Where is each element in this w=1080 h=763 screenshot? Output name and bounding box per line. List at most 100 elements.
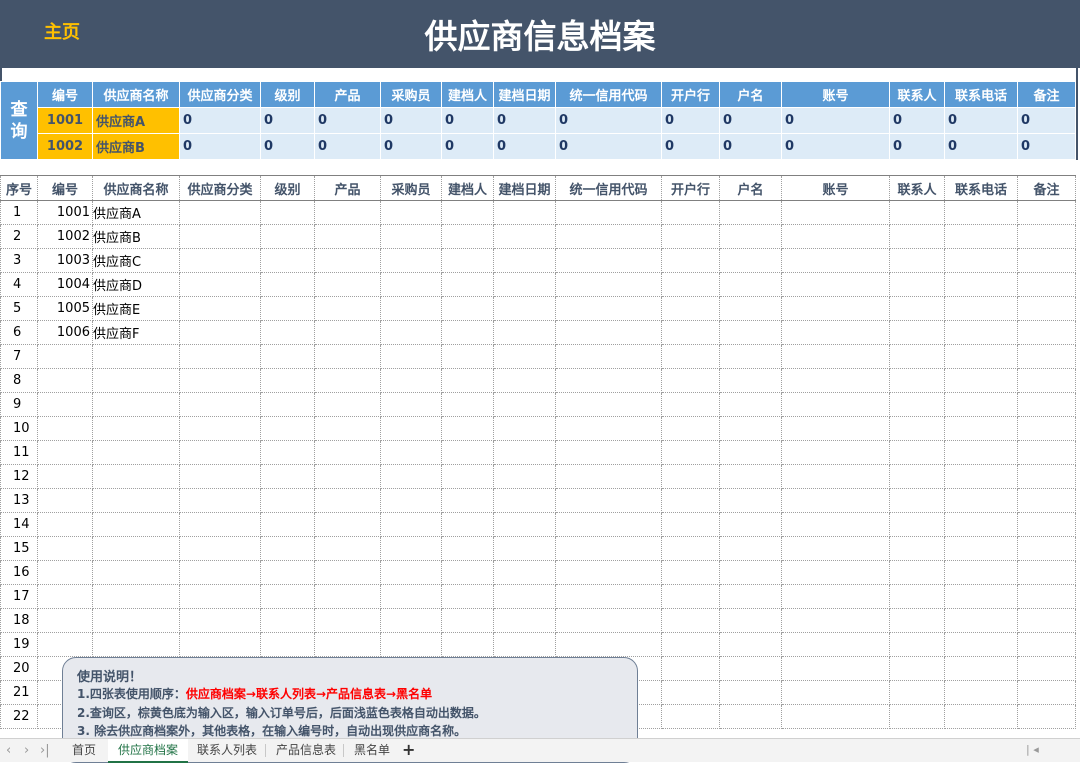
table-cell[interactable]: [1017, 632, 1076, 657]
table-cell[interactable]: [719, 704, 782, 729]
table-cell[interactable]: [661, 584, 720, 609]
table-cell[interactable]: [661, 392, 720, 417]
table-cell[interactable]: [260, 536, 315, 561]
table-cell[interactable]: [1017, 608, 1076, 633]
table-cell[interactable]: [719, 512, 782, 537]
table-cell[interactable]: [719, 320, 782, 345]
table-cell[interactable]: [555, 200, 662, 225]
supplier-name-cell[interactable]: [92, 416, 180, 441]
table-cell[interactable]: [555, 440, 662, 465]
supplier-code-cell[interactable]: [37, 536, 93, 561]
table-cell[interactable]: [719, 392, 782, 417]
table-cell[interactable]: [179, 536, 261, 561]
table-cell[interactable]: [380, 296, 442, 321]
table-cell[interactable]: [661, 200, 720, 225]
table-cell[interactable]: [661, 320, 720, 345]
table-cell[interactable]: [179, 272, 261, 297]
table-cell[interactable]: [555, 512, 662, 537]
supplier-code-cell[interactable]: 1001: [37, 200, 93, 225]
table-cell[interactable]: [1017, 584, 1076, 609]
table-cell[interactable]: [719, 560, 782, 585]
table-cell[interactable]: [179, 248, 261, 273]
supplier-code-cell[interactable]: 1006: [37, 320, 93, 345]
supplier-name-cell[interactable]: [92, 512, 180, 537]
table-cell[interactable]: [661, 680, 720, 705]
table-cell[interactable]: [889, 584, 945, 609]
table-cell[interactable]: [380, 632, 442, 657]
table-cell[interactable]: [314, 560, 381, 585]
supplier-code-cell[interactable]: [37, 464, 93, 489]
table-cell[interactable]: [441, 344, 494, 369]
supplier-name-cell[interactable]: [92, 584, 180, 609]
table-cell[interactable]: [314, 440, 381, 465]
table-cell[interactable]: [314, 488, 381, 513]
table-cell[interactable]: [944, 560, 1018, 585]
table-cell[interactable]: [380, 320, 442, 345]
supplier-code-cell[interactable]: 1002: [37, 224, 93, 249]
table-cell[interactable]: [493, 608, 556, 633]
table-cell[interactable]: [260, 200, 315, 225]
table-cell[interactable]: [493, 296, 556, 321]
supplier-name-cell[interactable]: 供应商D: [92, 272, 180, 297]
table-cell[interactable]: [441, 464, 494, 489]
supplier-code-cell[interactable]: [37, 512, 93, 537]
query-code-input[interactable]: 1001: [37, 107, 93, 134]
table-cell[interactable]: [889, 656, 945, 681]
table-cell[interactable]: [179, 632, 261, 657]
table-cell[interactable]: [555, 248, 662, 273]
table-cell[interactable]: [380, 392, 442, 417]
table-cell[interactable]: [493, 344, 556, 369]
table-cell[interactable]: [661, 536, 720, 561]
table-cell[interactable]: [179, 200, 261, 225]
table-cell[interactable]: [493, 320, 556, 345]
table-cell[interactable]: [555, 320, 662, 345]
table-cell[interactable]: [719, 440, 782, 465]
table-cell[interactable]: [441, 560, 494, 585]
table-cell[interactable]: [661, 248, 720, 273]
table-cell[interactable]: [889, 560, 945, 585]
table-cell[interactable]: [555, 272, 662, 297]
table-cell[interactable]: [314, 248, 381, 273]
table-cell[interactable]: [380, 584, 442, 609]
table-cell[interactable]: [314, 512, 381, 537]
table-cell[interactable]: [260, 416, 315, 441]
query-code-input[interactable]: 1002: [37, 133, 93, 160]
supplier-name-cell[interactable]: 供应商C: [92, 248, 180, 273]
table-cell[interactable]: [441, 416, 494, 441]
table-cell[interactable]: [493, 440, 556, 465]
table-cell[interactable]: [661, 560, 720, 585]
table-cell[interactable]: [1017, 416, 1076, 441]
table-cell[interactable]: [781, 224, 890, 249]
table-cell[interactable]: [889, 464, 945, 489]
supplier-code-cell[interactable]: [37, 344, 93, 369]
table-cell[interactable]: [314, 296, 381, 321]
table-cell[interactable]: [441, 200, 494, 225]
table-cell[interactable]: [314, 392, 381, 417]
supplier-code-cell[interactable]: 1004: [37, 272, 93, 297]
table-cell[interactable]: [781, 608, 890, 633]
table-cell[interactable]: [719, 248, 782, 273]
table-cell[interactable]: [441, 584, 494, 609]
table-cell[interactable]: [889, 368, 945, 393]
table-cell[interactable]: [719, 200, 782, 225]
table-cell[interactable]: [889, 224, 945, 249]
table-cell[interactable]: [555, 464, 662, 489]
table-cell[interactable]: [889, 416, 945, 441]
table-cell[interactable]: [1017, 680, 1076, 705]
table-cell[interactable]: [661, 632, 720, 657]
table-cell[interactable]: [944, 680, 1018, 705]
table-cell[interactable]: [1017, 704, 1076, 729]
table-cell[interactable]: [493, 224, 556, 249]
table-cell[interactable]: [314, 200, 381, 225]
table-cell[interactable]: [441, 248, 494, 273]
table-cell[interactable]: [179, 488, 261, 513]
table-cell[interactable]: [661, 296, 720, 321]
sheet-tab-home[interactable]: 首页: [62, 739, 106, 761]
table-cell[interactable]: [260, 224, 315, 249]
table-cell[interactable]: [260, 272, 315, 297]
table-cell[interactable]: [314, 584, 381, 609]
table-cell[interactable]: [1017, 440, 1076, 465]
table-cell[interactable]: [314, 320, 381, 345]
table-cell[interactable]: [179, 416, 261, 441]
table-cell[interactable]: [380, 512, 442, 537]
